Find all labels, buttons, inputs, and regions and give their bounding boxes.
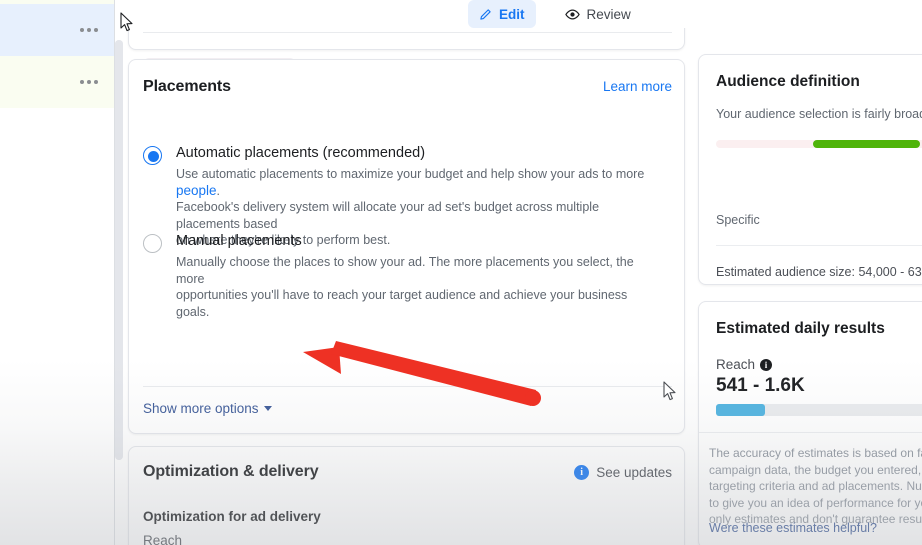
screen: Edit Review Show more options Save This … xyxy=(0,0,922,545)
reach-value: 541 - 1.6K xyxy=(716,375,805,396)
rail-scrollbar[interactable] xyxy=(115,40,123,460)
review-button[interactable]: Review xyxy=(554,0,642,28)
optimization-title: Optimization & delivery xyxy=(143,463,319,480)
reach-label-row: Reach i xyxy=(716,357,773,372)
radio-manual-description: Manually choose the places to show your … xyxy=(176,254,663,320)
estimates-disclaimer: The accuracy of estimates is based on fa… xyxy=(709,445,922,528)
people-link[interactable]: people xyxy=(176,183,217,198)
optimization-subtitle: Optimization for ad delivery xyxy=(143,509,321,524)
estimated-daily-results-card: Estimated daily results Reach i 541 - 1.… xyxy=(698,301,922,545)
main-column: Show more options Save This Audience Pla… xyxy=(123,0,691,545)
reach-progress-bar-fill xyxy=(716,404,766,416)
divider xyxy=(716,245,922,246)
top-toolbar: Edit Review xyxy=(123,0,922,28)
rail-row-alt[interactable] xyxy=(0,56,114,108)
info-icon: i xyxy=(574,464,590,480)
left-rail xyxy=(0,0,114,545)
audience-breadth-bar[interactable] xyxy=(716,140,922,148)
radio-automatic-label: Automatic placements (recommended) xyxy=(176,145,426,161)
disclaimer-line-3: targeting criteria and ad placements. Nu… xyxy=(709,479,922,493)
audience-definition-card: Audience definition Your audience select… xyxy=(698,54,922,285)
placements-title: Placements xyxy=(143,78,231,95)
desc-line-1b: . xyxy=(216,183,221,198)
chevron-down-icon xyxy=(263,406,272,411)
rail-row-selected[interactable] xyxy=(0,4,114,56)
divider xyxy=(143,32,672,33)
disclaimer-line-4: to give you an idea of performance for y… xyxy=(709,495,922,510)
placements-card: Placements Learn more Automatic placemen… xyxy=(128,59,685,434)
audience-definition-subtitle: Your audience selection is fairly broad. xyxy=(716,107,922,121)
kebab-menu-icon[interactable] xyxy=(80,80,98,84)
placement-option-manual[interactable]: Manual placements Manually choose the pl… xyxy=(143,232,663,320)
audience-definition-title: Audience definition xyxy=(716,73,860,90)
optimization-value: Reach xyxy=(143,533,183,545)
see-updates-button[interactable]: i See updates xyxy=(574,464,672,480)
right-column: Audience definition Your audience select… xyxy=(698,0,922,545)
see-updates-label: See updates xyxy=(596,464,672,480)
edit-button[interactable]: Edit xyxy=(468,0,536,28)
review-label: Review xyxy=(586,6,631,22)
divider xyxy=(143,386,672,387)
desc-line-2: opportunities you'll have to reach your … xyxy=(176,288,628,319)
rail-scrollbar-thumb[interactable] xyxy=(115,40,123,460)
divider xyxy=(699,432,922,433)
pencil-icon xyxy=(479,8,492,21)
estimated-audience-size: Estimated audience size: 54,000 - 63,600 xyxy=(716,265,922,279)
desc-line-1a: Use automatic placements to maximize you… xyxy=(176,167,645,181)
disclaimer-line-2: campaign data, the budget you entered, n xyxy=(709,462,922,477)
eye-icon xyxy=(564,7,580,22)
kebab-menu-icon[interactable] xyxy=(80,28,98,32)
reach-label: Reach xyxy=(716,357,756,372)
info-icon[interactable]: i xyxy=(760,358,773,371)
audience-scale-label-specific: Specific xyxy=(716,213,760,227)
optimization-header: Optimization & delivery i See updates xyxy=(143,463,672,481)
audience-breadth-bar-fill xyxy=(812,140,921,148)
edit-label: Edit xyxy=(499,6,525,22)
were-these-estimates-helpful-link[interactable]: Were these estimates helpful? xyxy=(709,521,877,535)
radio-manual-label: Manual placements xyxy=(176,233,302,249)
estimated-daily-results-title: Estimated daily results xyxy=(716,320,885,337)
desc-line-2: Facebook's delivery system will allocate… xyxy=(176,200,600,231)
show-more-options-label: Show more options xyxy=(143,401,259,416)
reach-progress-bar xyxy=(716,404,922,416)
disclaimer-line-1: The accuracy of estimates is based on fa xyxy=(709,446,922,460)
learn-more-link[interactable]: Learn more xyxy=(603,79,672,94)
desc-line-1: Manually choose the places to show your … xyxy=(176,255,634,286)
placements-header: Placements Learn more xyxy=(143,78,672,96)
radio-manual-placements[interactable] xyxy=(143,234,162,253)
radio-automatic-placements[interactable] xyxy=(143,146,162,165)
optimization-delivery-card: Optimization & delivery i See updates Op… xyxy=(128,446,685,545)
show-more-options-placements[interactable]: Show more options xyxy=(143,401,272,416)
